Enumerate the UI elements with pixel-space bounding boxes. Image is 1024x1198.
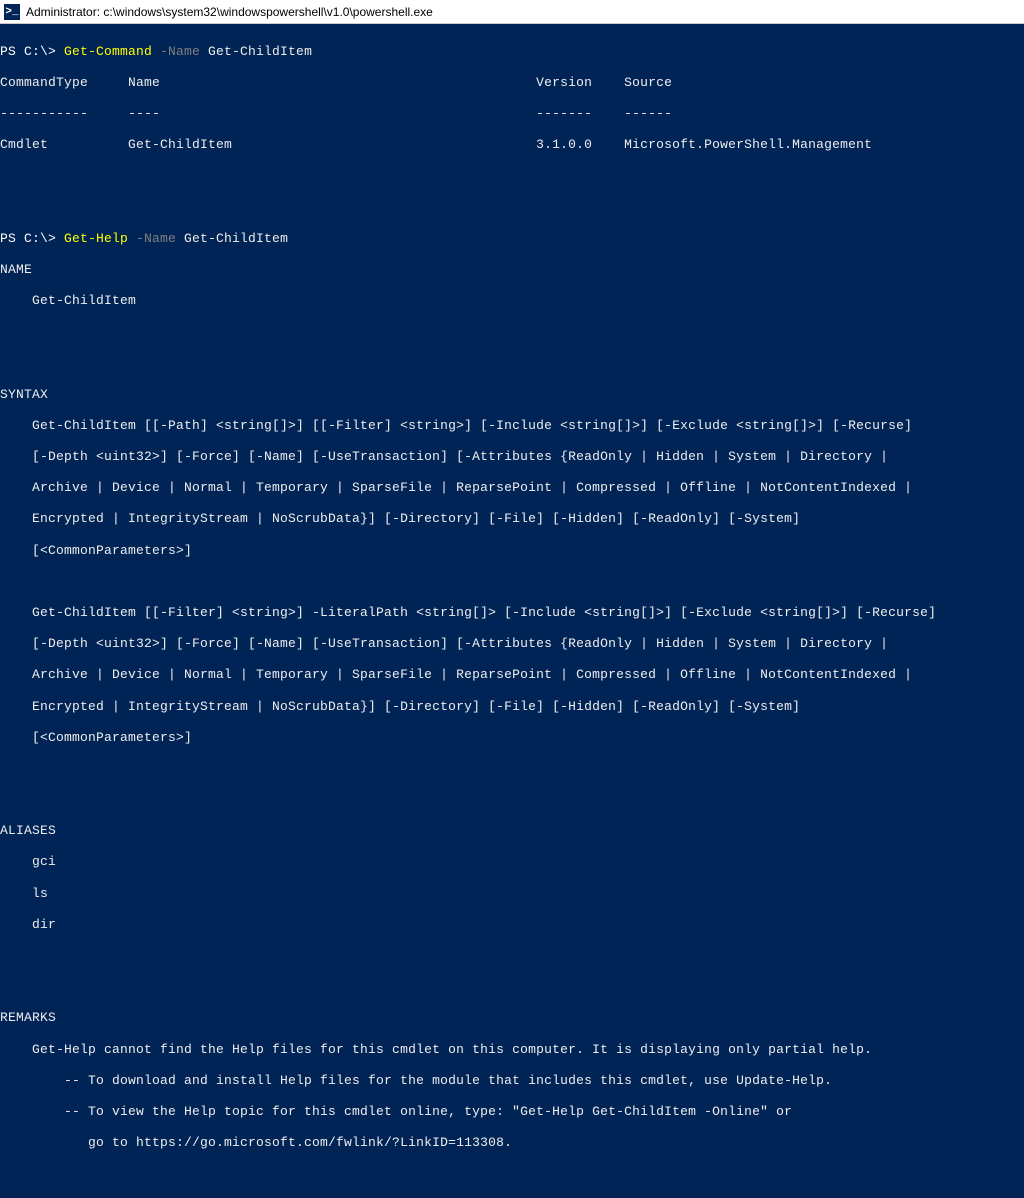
alias-line: dir [0, 917, 1024, 933]
syntax-line: Get-ChildItem [[-Filter] <string>] -Lite… [0, 605, 1024, 621]
blank-line [0, 948, 1024, 964]
remarks-line: -- To download and install Help files fo… [0, 1073, 1024, 1089]
syntax-line: Encrypted | IntegrityStream | NoScrubDat… [0, 699, 1024, 715]
help-name-header: NAME [0, 262, 1024, 278]
window-title: Administrator: c:\windows\system32\windo… [26, 5, 433, 19]
blank-line [0, 574, 1024, 590]
blank-line [0, 355, 1024, 371]
syntax-line: [<CommonParameters>] [0, 543, 1024, 559]
command-line-1: PS C:\> Get-Command -Name Get-ChildItem [0, 44, 1024, 60]
syntax-line: Archive | Device | Normal | Temporary | … [0, 480, 1024, 496]
blank-line [0, 979, 1024, 995]
window-titlebar: >_ Administrator: c:\windows\system32\wi… [0, 0, 1024, 24]
remarks-line: -- To view the Help topic for this cmdle… [0, 1104, 1024, 1120]
blank-line [0, 200, 1024, 216]
terminal-output[interactable]: PS C:\> Get-Command -Name Get-ChildItem … [0, 24, 1024, 599]
alias-line: gci [0, 854, 1024, 870]
syntax-line: Encrypted | IntegrityStream | NoScrubDat… [0, 511, 1024, 527]
syntax-line: Archive | Device | Normal | Temporary | … [0, 667, 1024, 683]
syntax-line: Get-ChildItem [[-Path] <string[]>] [[-Fi… [0, 418, 1024, 434]
blank-line [0, 792, 1024, 808]
table-divider-row: ----------- ---- ------- ------ [0, 106, 1024, 122]
syntax-line: [-Depth <uint32>] [-Force] [-Name] [-Use… [0, 636, 1024, 652]
help-syntax-header: SYNTAX [0, 387, 1024, 403]
table-result-row: Cmdlet Get-ChildItem 3.1.0.0 Microsoft.P… [0, 137, 1024, 153]
blank-line [0, 761, 1024, 777]
remarks-line: Get-Help cannot find the Help files for … [0, 1042, 1024, 1058]
table-header-row: CommandType Name Version Source [0, 75, 1024, 91]
help-remarks-header: REMARKS [0, 1010, 1024, 1026]
remarks-line: go to https://go.microsoft.com/fwlink/?L… [0, 1135, 1024, 1151]
syntax-line: [-Depth <uint32>] [-Force] [-Name] [-Use… [0, 449, 1024, 465]
blank-line [0, 324, 1024, 340]
syntax-line: [<CommonParameters>] [0, 730, 1024, 746]
powershell-icon: >_ [4, 4, 20, 20]
help-name-value: Get-ChildItem [0, 293, 1024, 309]
command-line-2: PS C:\> Get-Help -Name Get-ChildItem [0, 231, 1024, 247]
alias-line: ls [0, 886, 1024, 902]
help-aliases-header: ALIASES [0, 823, 1024, 839]
blank-line [0, 1166, 1024, 1182]
blank-line [0, 168, 1024, 184]
